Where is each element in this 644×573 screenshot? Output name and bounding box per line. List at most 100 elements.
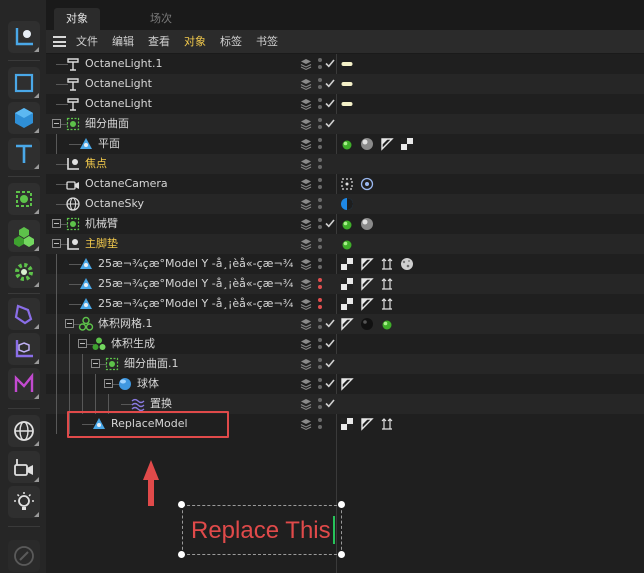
visibility-dot[interactable] (318, 405, 322, 409)
visibility-dots[interactable] (318, 196, 323, 212)
layer-icon[interactable] (299, 137, 313, 151)
material-ball-tag-icon[interactable] (360, 217, 374, 231)
visibility-dots[interactable] (318, 276, 323, 292)
visibility-dot[interactable] (318, 65, 322, 69)
coordinate-system-button[interactable] (8, 21, 40, 53)
layer-icon[interactable] (299, 377, 313, 391)
check-icon[interactable] (324, 337, 336, 349)
noise-ball-tag-icon[interactable] (400, 257, 414, 271)
visibility-dots[interactable] (318, 396, 323, 412)
table-row[interactable]: OctaneCamera (46, 174, 644, 194)
checker-tag-icon[interactable] (400, 137, 414, 151)
uv-tag-icon[interactable] (360, 417, 374, 431)
object-name[interactable]: 25æ¬¾çæ°Model Y -å¸¡èå«-çæ¬¾ (98, 294, 293, 314)
layer-icon[interactable] (299, 117, 313, 131)
visibility-dot[interactable] (318, 125, 322, 129)
check-icon[interactable] (324, 117, 336, 129)
tag-button[interactable] (8, 298, 40, 330)
visibility-dot[interactable] (318, 158, 322, 162)
object-name[interactable]: 25æ¬¾çæ°Model Y -å¸¡èå«-çæ¬¾.2 (98, 254, 294, 274)
collapse-toggle[interactable] (78, 339, 87, 348)
layer-icon[interactable] (299, 397, 313, 411)
green-dot-tag-icon[interactable] (340, 217, 354, 231)
visibility-dot[interactable] (318, 305, 322, 309)
text-spline-button[interactable] (8, 138, 40, 170)
visibility-dot[interactable] (318, 165, 322, 169)
visibility-dots[interactable] (318, 376, 323, 392)
visibility-dot[interactable] (318, 418, 322, 422)
collapse-toggle[interactable] (52, 219, 61, 228)
menu-object[interactable]: 对象 (184, 33, 206, 50)
green-dot-tag-icon[interactable] (380, 317, 394, 331)
visibility-dot[interactable] (318, 118, 322, 122)
visibility-dot[interactable] (318, 138, 322, 142)
object-name[interactable]: 平面 (98, 134, 120, 154)
visibility-dot[interactable] (318, 245, 322, 249)
layer-icon[interactable] (299, 297, 313, 311)
visibility-dot[interactable] (318, 425, 322, 429)
table-row[interactable]: 25æ¬¾çæ°Model Y -å¸¡èå«-çæ¬¾ (46, 294, 644, 314)
layer-icon[interactable] (299, 317, 313, 331)
visibility-dots[interactable] (318, 96, 323, 112)
table-row[interactable]: OctaneLight (46, 94, 644, 114)
light-bulb-button[interactable] (8, 486, 40, 518)
object-name[interactable]: 机械臂 (85, 214, 118, 234)
uv-tag-icon[interactable] (340, 317, 354, 331)
layer-icon[interactable] (299, 417, 313, 431)
visibility-dots[interactable] (318, 176, 323, 192)
check-icon[interactable] (324, 217, 336, 229)
table-row[interactable]: OctaneLight (46, 74, 644, 94)
layer-icon[interactable] (299, 277, 313, 291)
tab-objects[interactable]: 对象 (54, 8, 100, 30)
collapse-toggle[interactable] (65, 319, 74, 328)
cube-solid-button[interactable] (8, 102, 40, 134)
checker-tag-icon[interactable] (340, 417, 354, 431)
visibility-dot[interactable] (318, 345, 322, 349)
visibility-dot[interactable] (318, 238, 322, 242)
visibility-dot[interactable] (318, 285, 322, 289)
layer-icon[interactable] (299, 177, 313, 191)
menu-file[interactable]: 文件 (76, 33, 98, 50)
material-ball-tag-icon[interactable] (360, 137, 374, 151)
visibility-dot[interactable] (318, 85, 322, 89)
table-row[interactable]: 细分曲面.1 (46, 354, 644, 374)
visibility-dots[interactable] (318, 136, 323, 152)
pen-tool-button[interactable] (8, 540, 40, 572)
visibility-dot[interactable] (318, 185, 322, 189)
visibility-dot[interactable] (318, 378, 322, 382)
green-dot-tag-icon[interactable] (340, 137, 354, 151)
visibility-dot[interactable] (318, 385, 322, 389)
light-tag-icon[interactable] (340, 97, 354, 111)
frame-handle-br[interactable] (338, 551, 345, 558)
check-icon[interactable] (324, 357, 336, 369)
layer-icon[interactable] (299, 337, 313, 351)
light-tag-icon[interactable] (340, 57, 354, 71)
visibility-dot[interactable] (318, 198, 322, 202)
visibility-dot[interactable] (318, 358, 322, 362)
table-row[interactable]: 细分曲面 (46, 114, 644, 134)
check-icon[interactable] (324, 57, 336, 69)
green-dot-tag-icon[interactable] (340, 237, 354, 251)
table-row[interactable]: OctaneSky (46, 194, 644, 214)
visibility-dots[interactable] (318, 156, 323, 172)
visibility-dot[interactable] (318, 298, 322, 302)
visibility-dots[interactable] (318, 356, 323, 372)
align-tag-icon[interactable] (380, 297, 394, 311)
sky-tag-icon[interactable] (340, 197, 354, 211)
layer-icon[interactable] (299, 77, 313, 91)
menu-edit[interactable]: 编辑 (112, 33, 134, 50)
visibility-dot[interactable] (318, 365, 322, 369)
hamburger-menu-icon[interactable] (53, 36, 66, 47)
checker-tag-icon[interactable] (340, 257, 354, 271)
axis-button[interactable] (8, 333, 40, 365)
check-icon[interactable] (324, 97, 336, 109)
menu-view[interactable]: 查看 (148, 33, 170, 50)
visibility-dot[interactable] (318, 218, 322, 222)
object-name[interactable]: 体积生成 (111, 334, 155, 354)
table-row[interactable]: 机械臂 (46, 214, 644, 234)
globe-button[interactable] (8, 415, 40, 447)
visibility-dots[interactable] (318, 116, 323, 132)
uv-tag-icon[interactable] (360, 257, 374, 271)
check-icon[interactable] (324, 317, 336, 329)
uv-tag-icon[interactable] (360, 277, 374, 291)
